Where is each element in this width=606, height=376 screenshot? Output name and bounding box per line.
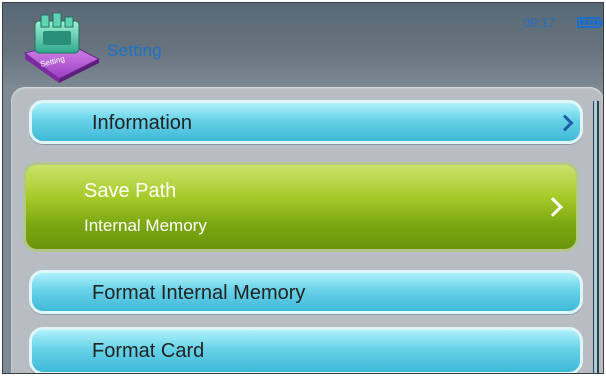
page-title: Setting (107, 41, 163, 60)
menu-item-format-card[interactable]: Format Card (29, 327, 583, 373)
menu-item-format-internal-memory[interactable]: Format Internal Memory (29, 270, 583, 314)
settings-list: Information Save Path Internal Memory Fo… (11, 87, 603, 373)
chevron-right-icon (543, 197, 563, 217)
menu-item-label: Format Card (92, 340, 205, 362)
clock: 09:17 (523, 15, 556, 30)
device-screen: Setting Setting 09:17 Information Save P… (2, 2, 604, 374)
chevron-right-icon (556, 114, 574, 132)
battery-icon (577, 17, 603, 28)
menu-item-label: Format Internal Memory (92, 282, 306, 304)
scrollbar[interactable] (593, 101, 599, 373)
menu-item-label: Save Path (84, 180, 177, 202)
save-path-value: Internal Memory (84, 216, 207, 235)
header-bar: Setting Setting 09:17 (3, 3, 603, 85)
menu-item-information[interactable]: Information (29, 100, 583, 144)
scrollbar-track[interactable] (594, 101, 597, 373)
menu-item-save-path[interactable]: Save Path Internal Memory (23, 162, 579, 252)
menu-item-label: Information (92, 112, 193, 134)
settings-app-icon[interactable]: Setting (19, 13, 105, 83)
